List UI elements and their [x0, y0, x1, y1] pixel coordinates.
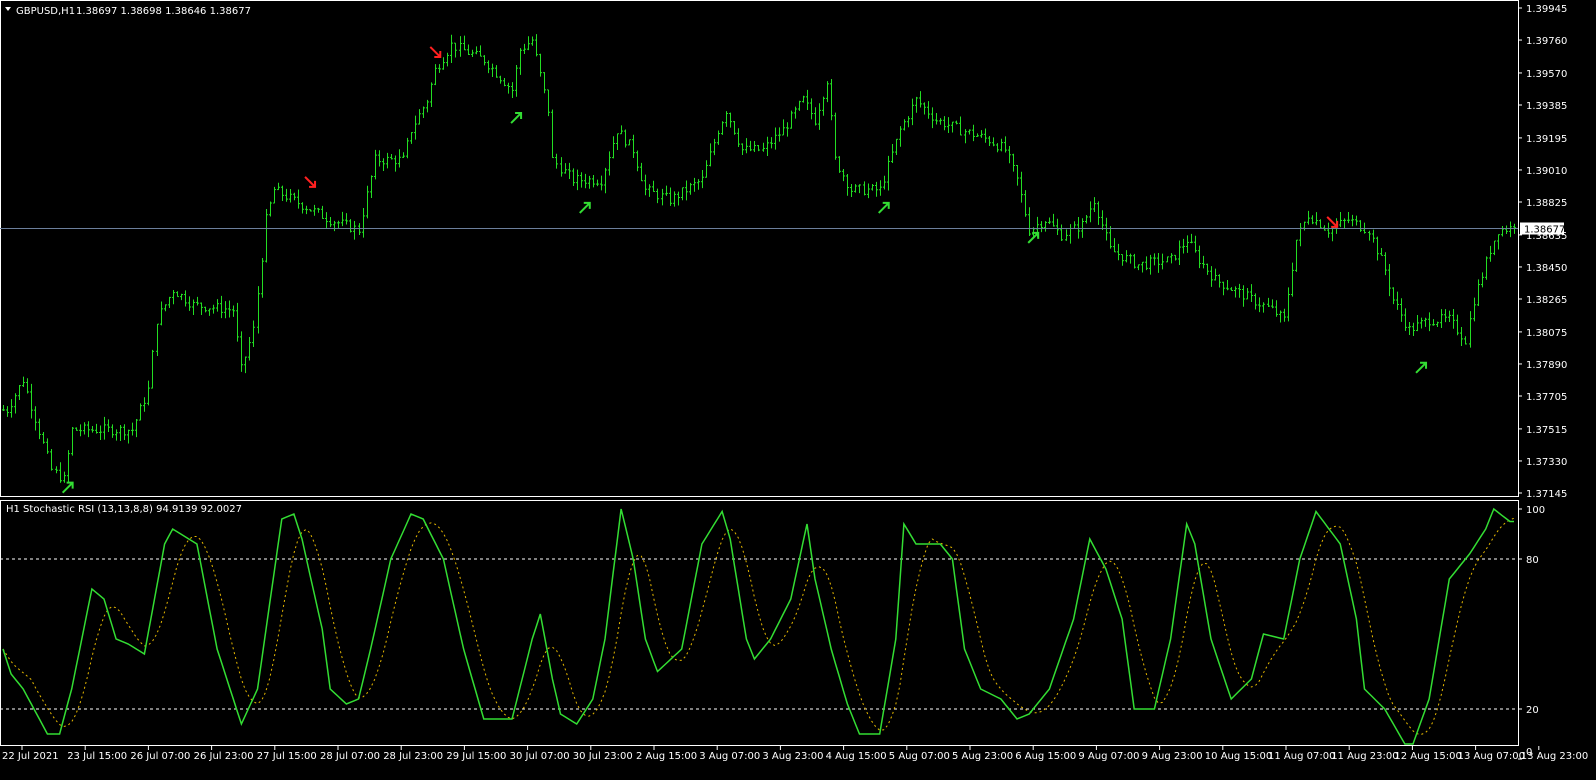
time-tick-label: 13 Aug 23:00 — [1521, 751, 1588, 762]
price-tick-label: 1.39760 — [1526, 36, 1567, 47]
price-tick-label: 1.37330 — [1526, 457, 1567, 468]
time-tick-label: 28 Jul 07:00 — [320, 751, 380, 762]
time-tick-label: 10 Aug 15:00 — [1205, 751, 1272, 762]
time-tick-label: 6 Aug 15:00 — [1015, 751, 1076, 762]
time-tick-label: 5 Aug 23:00 — [952, 751, 1013, 762]
price-tick-label: 1.38265 — [1526, 295, 1567, 306]
price-tick-label: 1.39945 — [1526, 4, 1567, 15]
price-tick-label: 1.37890 — [1526, 360, 1567, 371]
time-tick-label: 3 Aug 07:00 — [699, 751, 760, 762]
trading-chart[interactable]: GBPUSD,H1 1.38697 1.38698 1.38646 1.3867… — [0, 0, 1596, 780]
time-tick-label: 26 Jul 23:00 — [194, 751, 254, 762]
price-tick-label: 1.39010 — [1526, 166, 1567, 177]
time-tick-label: 3 Aug 23:00 — [762, 751, 823, 762]
price-tick-label: 1.39570 — [1526, 69, 1567, 80]
time-tick-label: 5 Aug 07:00 — [889, 751, 950, 762]
price-tick-label: 1.37705 — [1526, 392, 1567, 403]
price-axis[interactable]: 1.39945 1.39760 1.39570 1.39385 1.39195 1.390… — [1518, 4, 1567, 500]
indicator-tick-label: 100 — [1526, 505, 1545, 516]
indicator-label: H1 Stochastic RSI (13,13,8,8) 94.9139 92… — [6, 504, 242, 515]
time-tick-label: 13 Aug 07:00 — [1458, 751, 1525, 762]
time-tick-label: 29 Jul 15:00 — [446, 751, 506, 762]
ohlc-readout: 1.38697 1.38698 1.38646 1.38677 — [76, 6, 251, 17]
symbol-label: GBPUSD,H1 — [16, 6, 75, 17]
time-tick-label: 12 Aug 15:00 — [1394, 751, 1461, 762]
price-tick-label: 1.38075 — [1526, 328, 1567, 339]
price-tick-label: 1.38825 — [1526, 198, 1567, 209]
time-tick-label: 2 Aug 15:00 — [636, 751, 697, 762]
time-tick-label: 11 Aug 23:00 — [1331, 751, 1398, 762]
time-tick-label: 26 Jul 07:00 — [130, 751, 190, 762]
time-tick-label: 9 Aug 07:00 — [1078, 751, 1139, 762]
price-tick-label: 1.37145 — [1526, 489, 1567, 500]
time-tick-label: 11 Aug 07:00 — [1268, 751, 1335, 762]
indicator-axis: 10080200 — [1518, 505, 1545, 760]
indicator-tick-label: 80 — [1526, 555, 1539, 566]
price-tick-label: 1.38450 — [1526, 263, 1567, 274]
price-tick-label: 1.39385 — [1526, 101, 1567, 112]
price-pane-frame — [0, 0, 1519, 497]
time-tick-label: 4 Aug 15:00 — [826, 751, 887, 762]
price-tick-label: 1.39195 — [1526, 134, 1567, 145]
time-tick-label: 23 Jul 15:00 — [67, 751, 127, 762]
price-tick-label: 1.37515 — [1526, 425, 1567, 436]
time-axis[interactable]: 22 Jul 2021 23 Jul 15:00 26 Jul 07:00 26 Ju… — [2, 746, 1588, 762]
time-tick-label: 9 Aug 23:00 — [1142, 751, 1203, 762]
time-tick-label: 27 Jul 15:00 — [257, 751, 317, 762]
time-tick-label: 30 Jul 07:00 — [510, 751, 570, 762]
time-tick-label: 30 Jul 23:00 — [573, 751, 633, 762]
time-tick-label: 28 Jul 23:00 — [383, 751, 443, 762]
indicator-pane[interactable]: H1 Stochastic RSI (13,13,8,8) 94.9139 92… — [0, 500, 1519, 746]
time-tick-label: 22 Jul 2021 — [2, 751, 59, 762]
price-pane[interactable]: GBPUSD,H1 1.38697 1.38698 1.38646 1.3867… — [0, 0, 1519, 497]
current-price-label: 1.38677 — [1524, 225, 1565, 236]
indicator-tick-label: 20 — [1526, 705, 1539, 716]
